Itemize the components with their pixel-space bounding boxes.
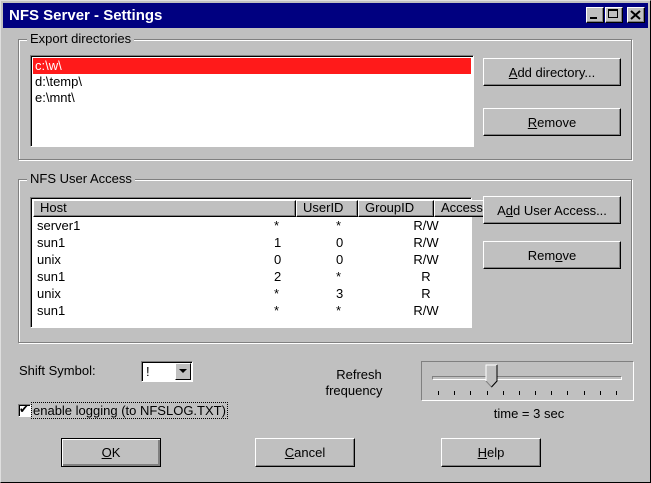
add-directory-button[interactable]: Add directory...	[483, 58, 621, 86]
enable-logging-checkbox[interactable]: ✔	[18, 402, 31, 417]
slider-tick	[470, 391, 472, 395]
ok-button[interactable]: OK	[61, 438, 161, 467]
help-button-label-post: elp	[487, 445, 505, 460]
slider-tick	[518, 391, 520, 395]
help-button[interactable]: Help	[441, 438, 541, 467]
slider-thumb[interactable]	[485, 364, 499, 389]
cell-userid: *	[274, 303, 280, 318]
slider-tick	[616, 391, 617, 395]
cell-access: R	[421, 286, 431, 301]
remove-directory-button[interactable]: Remove	[483, 108, 621, 136]
remove-directory-button-label-post: emove	[537, 114, 577, 130]
cell-groupid: *	[336, 303, 342, 318]
cell-groupid: 3	[336, 286, 344, 301]
export-directory-list[interactable]: c:\w\ d:\temp\ e:\mnt\	[30, 55, 474, 147]
nfs-user-access-legend: NFS User Access	[27, 171, 135, 186]
cell-userid: 0	[274, 252, 282, 267]
slider-tick	[486, 391, 488, 395]
slider-tick	[599, 391, 601, 395]
column-header-host[interactable]: Host	[33, 200, 296, 217]
export-directories-legend: Export directories	[27, 31, 135, 46]
cell-host: unix	[37, 252, 61, 267]
slider-tick	[438, 391, 439, 395]
slider-tick	[454, 391, 456, 395]
remove-user-access-button-label-post: ve	[562, 247, 577, 263]
directory-list-item[interactable]: c:\w\	[33, 58, 471, 74]
table-row[interactable]: unix * 3 R	[33, 285, 469, 302]
user-access-table[interactable]: Host UserID GroupID Access server1 * * R/W s…	[30, 197, 500, 328]
window-title: NFS Server - Settings	[9, 7, 163, 24]
maximize-button[interactable]	[605, 7, 623, 23]
title-bar[interactable]: NFS Server - Settings	[3, 3, 648, 28]
directory-list-item[interactable]: e:\mnt\	[33, 90, 471, 106]
ok-button-label-key: O	[101, 445, 112, 460]
column-header-groupid[interactable]: GroupID	[358, 200, 434, 217]
table-row[interactable]: sun1 1 0 R/W	[33, 234, 469, 251]
nfs-settings-window: NFS Server - Settings Export directories…	[0, 0, 651, 483]
refresh-frequency-slider[interactable]	[421, 361, 634, 401]
add-user-access-button-label-post: d User Access...	[512, 202, 607, 218]
column-header-userid[interactable]: UserID	[296, 200, 358, 217]
cell-access: R/W	[413, 303, 439, 318]
cell-access: R/W	[413, 218, 439, 233]
slider-tick	[551, 391, 553, 395]
cell-access: R/W	[413, 235, 439, 250]
enable-logging-label[interactable]: enable logging (to NFSLOG.TXT)	[31, 402, 228, 419]
cell-userid: 1	[274, 235, 282, 250]
maximize-icon	[608, 9, 618, 18]
table-row[interactable]: sun1 2 * R	[33, 268, 469, 285]
cell-userid: *	[274, 286, 280, 301]
cell-groupid: 0	[336, 252, 344, 267]
chevron-down-icon	[179, 369, 187, 373]
cell-groupid: 0	[336, 235, 344, 250]
slider-tick	[583, 391, 585, 395]
shift-symbol-dropdown[interactable]: !	[141, 361, 193, 382]
cell-userid: 2	[274, 269, 282, 284]
dropdown-arrow-button[interactable]	[175, 363, 191, 380]
table-row[interactable]: sun1 * * R/W	[33, 302, 469, 319]
slider-tick	[535, 391, 537, 395]
cell-access: R	[421, 269, 431, 284]
slider-tick	[567, 391, 569, 395]
cell-userid: *	[274, 218, 280, 233]
remove-user-access-button-label-key: o	[555, 247, 563, 263]
shift-symbol-value: !	[146, 364, 150, 379]
cancel-button-label-post: ancel	[294, 445, 326, 460]
checkmark-icon: ✔	[19, 402, 30, 416]
cell-host: sun1	[37, 269, 66, 284]
directory-list-item[interactable]: d:\temp\	[33, 74, 471, 90]
remove-user-access-button[interactable]: Rem o ve	[483, 241, 621, 269]
cell-groupid: *	[336, 218, 342, 233]
shift-symbol-label: Shift Symbol:	[19, 363, 96, 378]
refresh-time-value: time = 3 sec	[493, 406, 565, 421]
remove-directory-button-label-key: R	[527, 114, 538, 130]
slider-track[interactable]	[432, 376, 622, 380]
minimize-icon	[590, 17, 597, 19]
ok-button-label-post: K	[111, 445, 121, 460]
refresh-label-line2: frequency	[325, 383, 383, 398]
cell-host: sun1	[37, 303, 66, 318]
cell-groupid: *	[336, 269, 342, 284]
close-icon	[630, 10, 641, 20]
slider-tick	[502, 391, 504, 395]
help-button-label-key: H	[477, 445, 488, 460]
add-directory-button-label-key: A	[508, 64, 518, 80]
cell-host: server1	[37, 218, 81, 233]
table-row[interactable]: unix 0 0 R/W	[33, 251, 469, 268]
remove-user-access-button-label-pre: Rem	[527, 247, 556, 263]
cell-host: sun1	[37, 235, 66, 250]
minimize-button[interactable]	[586, 7, 604, 23]
refresh-label-line1: Refresh	[336, 367, 382, 382]
cell-host: unix	[37, 286, 61, 301]
cell-access: R/W	[413, 252, 439, 267]
cancel-button[interactable]: Cancel	[255, 438, 355, 467]
cancel-button-label-key: C	[284, 445, 295, 460]
table-row[interactable]: server1 * * R/W	[33, 217, 469, 234]
add-user-access-button[interactable]: Add User Access...	[483, 196, 621, 224]
add-directory-button-label-post: dd directory...	[517, 64, 596, 80]
close-button[interactable]	[627, 7, 645, 23]
add-user-access-button-label-key: d	[505, 202, 513, 218]
add-user-access-button-label-pre: A	[497, 202, 506, 218]
